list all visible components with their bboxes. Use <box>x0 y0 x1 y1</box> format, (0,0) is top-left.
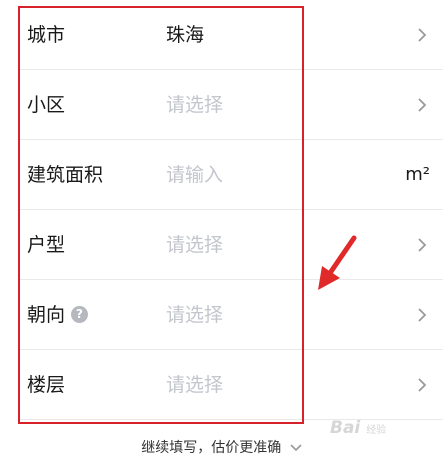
orientation-label-text: 朝向 <box>27 304 66 326</box>
expand-more-button[interactable]: 继续填写，估价更准确 <box>0 437 443 457</box>
area-unit: m² <box>405 164 430 185</box>
layout-placeholder: 请选择 <box>166 234 224 256</box>
area-row: 建筑面积 请输入 m² <box>0 140 443 210</box>
baidu-watermark: Bai 经验 <box>330 418 386 438</box>
floor-label: 楼层 <box>27 374 66 396</box>
floor-row[interactable]: 楼层 请选择 <box>0 350 443 420</box>
area-input[interactable]: 请输入 <box>166 140 223 210</box>
layout-row[interactable]: 户型 请选择 <box>0 210 443 280</box>
chevron-right-icon <box>418 308 427 322</box>
area-label: 建筑面积 <box>27 164 104 186</box>
city-row[interactable]: 城市 珠海 <box>0 0 443 70</box>
community-row[interactable]: 小区 请选择 <box>0 70 443 140</box>
city-label: 城市 <box>27 24 66 46</box>
chevron-right-icon <box>418 378 427 392</box>
orientation-row[interactable]: 朝向? 请选择 <box>0 280 443 350</box>
community-label: 小区 <box>27 94 66 116</box>
chevron-down-icon <box>290 444 302 452</box>
orientation-label: 朝向? <box>27 280 89 350</box>
floor-placeholder: 请选择 <box>166 374 224 396</box>
chevron-right-icon <box>418 238 427 252</box>
watermark-suffix: 经验 <box>366 425 387 436</box>
watermark-text: Bai <box>330 418 361 438</box>
help-icon[interactable]: ? <box>71 305 89 323</box>
layout-label: 户型 <box>27 234 66 256</box>
chevron-right-icon <box>418 98 427 112</box>
orientation-placeholder: 请选择 <box>166 304 224 326</box>
community-placeholder: 请选择 <box>166 94 224 116</box>
chevron-right-icon <box>418 28 427 42</box>
expand-more-label: 继续填写，估价更准确 <box>141 440 282 456</box>
city-value: 珠海 <box>166 24 205 46</box>
annotation-arrow-icon <box>318 235 357 290</box>
